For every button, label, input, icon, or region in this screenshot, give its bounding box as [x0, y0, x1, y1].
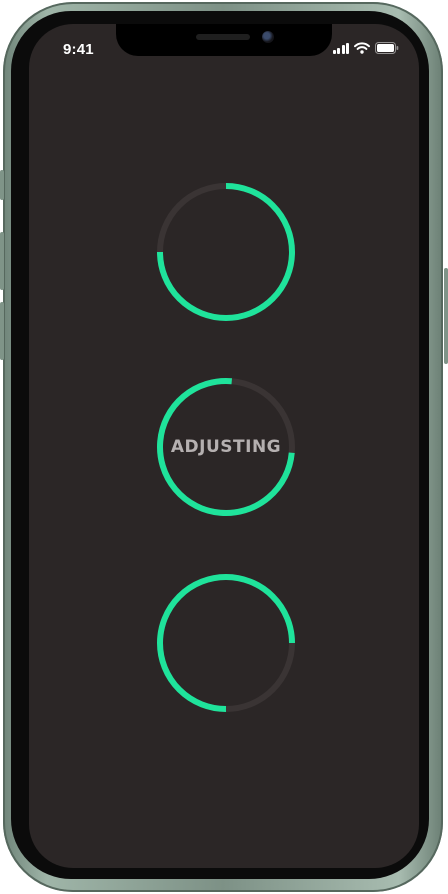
notch [116, 24, 332, 56]
status-time: 9:41 [63, 41, 94, 58]
ring-label [153, 570, 299, 716]
screen: 9:41 ADJUSTING [29, 24, 419, 868]
silent-switch [0, 170, 4, 200]
progress-ring-3 [153, 570, 299, 716]
ring-label [153, 179, 299, 325]
volume-down-button [0, 302, 4, 360]
wifi-icon [354, 42, 370, 54]
speaker-grille [196, 34, 250, 40]
battery-icon [375, 42, 399, 54]
power-button [444, 268, 448, 364]
progress-ring-2: ADJUSTING [153, 374, 299, 520]
status-icons [332, 42, 400, 54]
adjusting-label: ADJUSTING [170, 437, 282, 457]
cellular-signal-icon [332, 42, 349, 54]
front-camera [262, 31, 274, 43]
progress-ring-1 [153, 179, 299, 325]
volume-up-button [0, 232, 4, 290]
